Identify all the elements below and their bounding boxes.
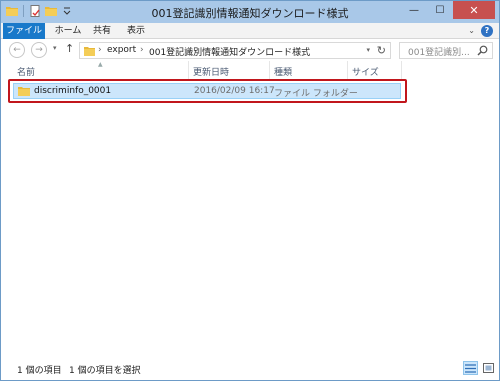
item-count: 1 個の項目 [17, 366, 62, 376]
customize-dropdown-icon[interactable] [60, 4, 74, 18]
recent-locations-icon[interactable]: ▾ [53, 44, 57, 52]
window-controls: — ☐ ✕ [401, 1, 495, 19]
column-header-name[interactable]: 名前 [17, 65, 35, 78]
status-bar: 1 個の項目 1 個の項目を選択 [1, 357, 499, 380]
new-folder-icon[interactable] [44, 4, 58, 18]
up-button[interactable]: ↑ [65, 42, 74, 55]
minimize-button[interactable]: — [401, 1, 427, 19]
properties-icon[interactable] [28, 4, 42, 18]
navigation-bar: ← → ▾ ↑ › export › 001登記識別情報通知ダウンロード様式 ▾… [1, 39, 499, 61]
sort-ascending-icon: ▲ [98, 61, 103, 68]
tab-share[interactable]: 共有 [89, 23, 115, 39]
column-headers: ▲ 名前 更新日時 種類 サイズ [1, 61, 499, 81]
details-view-button[interactable] [463, 361, 478, 375]
folder-icon [84, 46, 95, 59]
close-button[interactable]: ✕ [453, 1, 495, 19]
ribbon-tabs: ファイル ホーム 共有 表示 ⌄ ? [1, 23, 499, 39]
toolbar-divider [23, 5, 24, 17]
quick-access-toolbar [5, 4, 74, 18]
maximize-button[interactable]: ☐ [427, 1, 453, 19]
selected-count: 1 個の項目を選択 [69, 366, 141, 376]
tab-view[interactable]: 表示 [123, 23, 149, 39]
column-divider[interactable] [269, 61, 270, 79]
folder-icon[interactable] [5, 4, 19, 18]
tab-file[interactable]: ファイル [3, 23, 45, 39]
window-title: 001登記識別情報通知ダウンロード様式 [151, 7, 349, 20]
tab-home[interactable]: ホーム [51, 23, 85, 39]
refresh-icon[interactable]: ↻ [377, 44, 386, 57]
address-bar[interactable]: › export › 001登記識別情報通知ダウンロード様式 ▾ ↻ [79, 42, 391, 59]
breadcrumb-current-folder[interactable]: 001登記識別情報通知ダウンロード様式 [149, 45, 310, 58]
expand-ribbon-icon[interactable]: ⌄ [468, 26, 475, 35]
large-icons-view-button[interactable] [481, 361, 496, 375]
back-button[interactable]: ← [9, 42, 25, 58]
address-dropdown-icon[interactable]: ▾ [366, 46, 370, 54]
breadcrumb-separator: › [98, 45, 102, 55]
title-bar: 001登記識別情報通知ダウンロード様式 — ☐ ✕ [1, 1, 499, 23]
column-header-date[interactable]: 更新日時 [193, 65, 229, 78]
help-icon[interactable]: ? [481, 25, 493, 37]
forward-button[interactable]: → [31, 42, 47, 58]
column-divider[interactable] [188, 61, 189, 79]
column-header-type[interactable]: 種類 [274, 65, 292, 78]
column-header-size[interactable]: サイズ [352, 65, 379, 78]
breadcrumb-separator: › [140, 45, 144, 55]
search-input[interactable]: 001登記識別... [408, 45, 470, 58]
column-divider[interactable] [401, 61, 402, 79]
highlight-box [8, 79, 407, 103]
file-list: ▲ 名前 更新日時 種類 サイズ discriminfo_0001 2016/0… [1, 61, 499, 357]
search-icon[interactable] [477, 45, 488, 59]
column-divider[interactable] [347, 61, 348, 79]
explorer-window: 001登記識別情報通知ダウンロード様式 — ☐ ✕ ファイル ホーム 共有 表示… [0, 0, 500, 381]
breadcrumb-export[interactable]: export [107, 45, 136, 55]
search-box[interactable]: 001登記識別... [399, 42, 493, 59]
